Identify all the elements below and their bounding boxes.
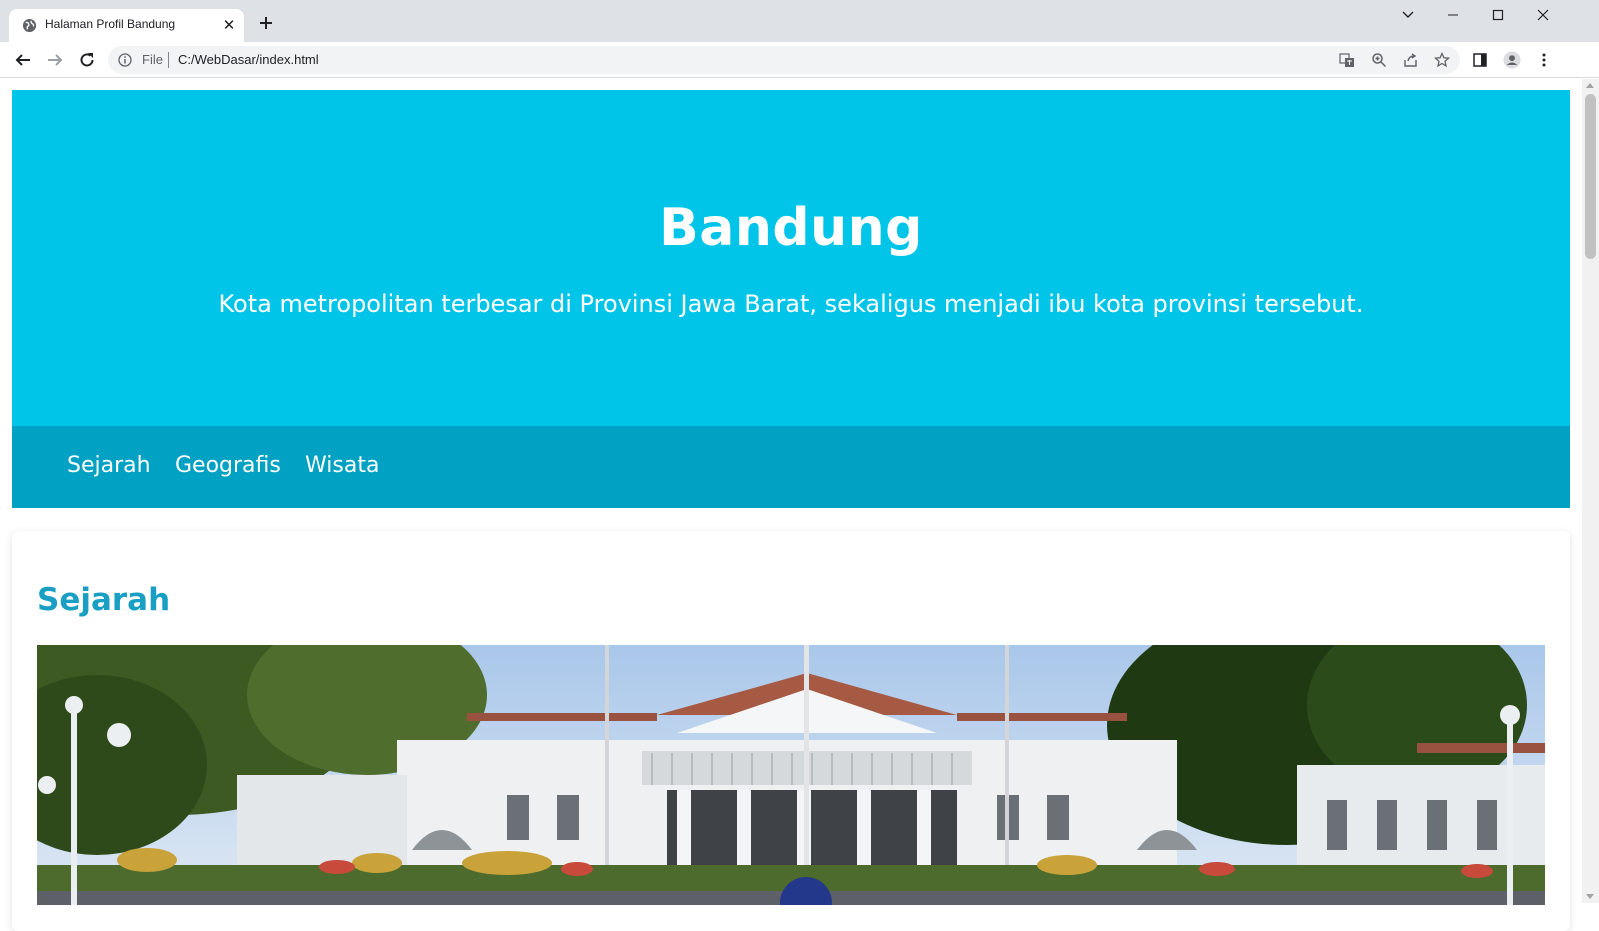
address-divider [168, 52, 169, 68]
profile-avatar-icon[interactable] [1503, 51, 1521, 69]
translate-icon[interactable] [1339, 52, 1355, 68]
main-nav: Sejarah Geografis Wisata [12, 426, 1570, 508]
browser-tab[interactable]: Halaman Profil Bandung ✕ [9, 9, 244, 42]
new-tab-icon[interactable] [257, 14, 275, 32]
page-scrollbar[interactable] [1582, 79, 1599, 903]
back-icon[interactable] [13, 50, 33, 70]
section-title: Sejarah [37, 582, 171, 618]
menu-kebab-icon[interactable] [1535, 51, 1553, 69]
content-card: Sejarah [12, 531, 1570, 931]
info-icon[interactable] [118, 53, 132, 67]
page-header: Bandung Kota metropolitan terbesar di Pr… [12, 90, 1570, 426]
page-title: Bandung [659, 198, 923, 258]
reload-icon[interactable] [77, 50, 97, 70]
scroll-up-arrow-icon[interactable] [1586, 83, 1594, 88]
forward-icon[interactable] [45, 50, 65, 70]
scrollbar-thumb[interactable] [1585, 94, 1596, 259]
page-subtitle: Kota metropolitan terbesar di Provinsi J… [218, 290, 1364, 318]
share-icon[interactable] [1403, 52, 1419, 68]
close-window-icon[interactable] [1528, 6, 1558, 24]
tab-search-icon[interactable] [1393, 6, 1423, 24]
nav-link-sejarah[interactable]: Sejarah [67, 453, 151, 478]
scroll-down-arrow-icon[interactable] [1586, 894, 1594, 899]
tab-strip: Halaman Profil Bandung ✕ [0, 0, 1599, 42]
nav-link-wisata[interactable]: Wisata [305, 453, 379, 478]
globe-icon [22, 18, 37, 33]
gedung-sate-photo [37, 645, 1545, 905]
zoom-icon[interactable] [1371, 52, 1387, 68]
address-bar[interactable]: File C:/WebDasar/index.html [108, 46, 1460, 74]
url-text[interactable]: C:/WebDasar/index.html [178, 52, 319, 67]
tab-title: Halaman Profil Bandung [45, 17, 176, 31]
browser-toolbar: File C:/WebDasar/index.html [0, 42, 1599, 78]
bookmark-star-icon[interactable] [1434, 52, 1450, 68]
scheme-label: File [142, 52, 163, 67]
side-panel-icon[interactable] [1471, 51, 1489, 69]
minimize-icon[interactable] [1438, 6, 1468, 24]
nav-link-geografis[interactable]: Geografis [175, 453, 281, 478]
maximize-icon[interactable] [1483, 6, 1513, 24]
tab-close-icon[interactable]: ✕ [221, 17, 237, 33]
